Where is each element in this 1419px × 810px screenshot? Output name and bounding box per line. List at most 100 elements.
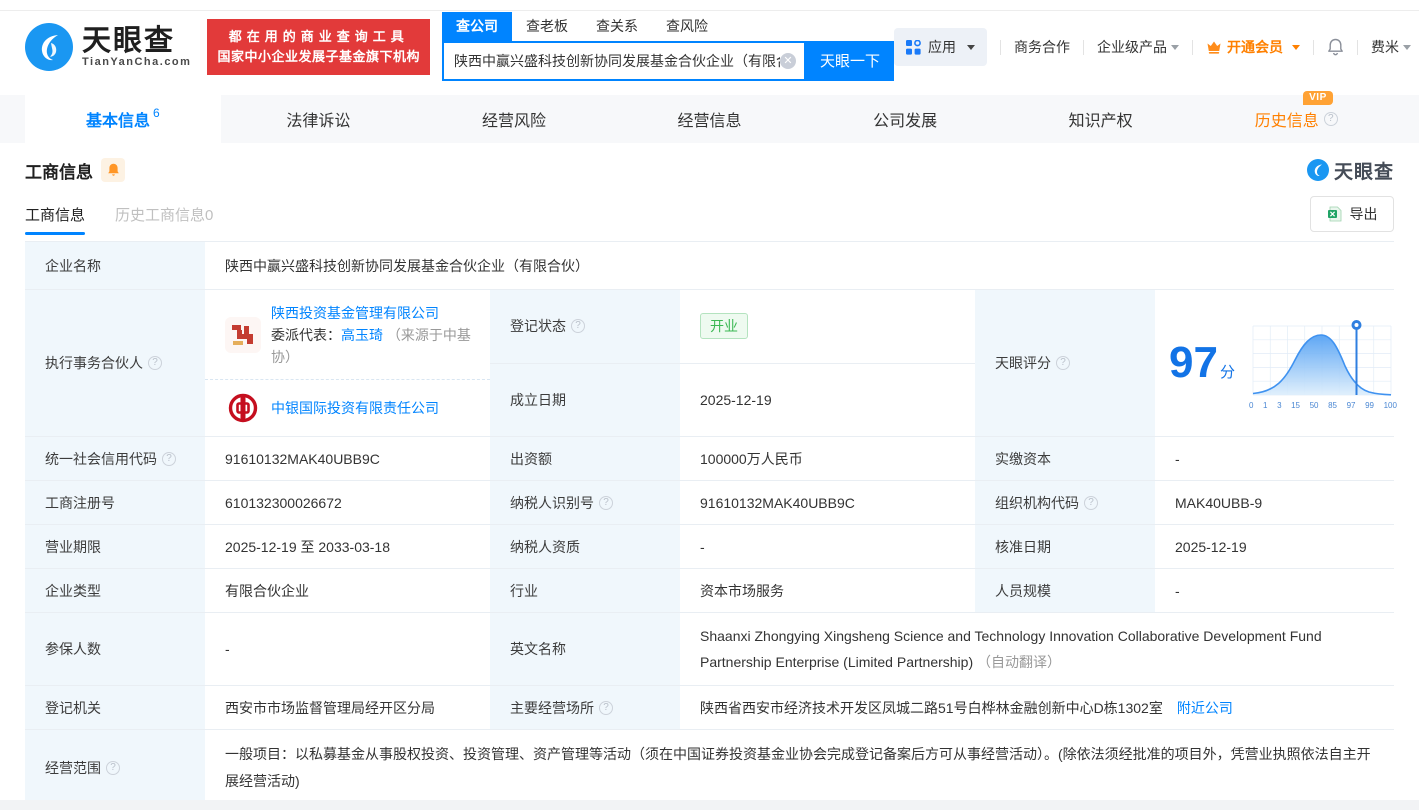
nav-enterprise-products[interactable]: 企业级产品 [1097,37,1179,57]
tab-basic-label: 基本信息 [85,113,150,130]
taxpayer-quality-value: - [680,525,975,568]
status-badge: 开业 [700,313,748,340]
reg-number-label: 工商注册号 [25,481,205,524]
apps-label: 应用 [927,39,956,55]
taxpayer-id-value: 91610132MAK40UBB9C [680,481,975,524]
tab-intellectual-property[interactable]: 知识产权 [1003,95,1199,143]
establish-date-row: 成立日期 2025-12-19 [490,362,975,436]
tab-legal[interactable]: 法律诉讼 [221,95,417,143]
bell-icon [107,163,119,176]
crown-icon [1207,41,1221,54]
tianyan-score-value[interactable]: 97 分 0 1 3 15 50 85 97 99 100 [1155,290,1397,436]
score-unit: 分 [1219,364,1235,381]
top-divider [0,10,1419,11]
help-icon[interactable]: ? [599,700,613,715]
table-row: 营业期限 2025-12-19 至 2033-03-18 纳税人资质 - 核准日… [25,525,1394,569]
chevron-down-icon [1291,44,1300,50]
tab-company-development[interactable]: 公司发展 [807,95,1003,143]
clear-search-icon[interactable]: ✕ [779,52,796,69]
industry-value: 资本市场服务 [680,569,975,612]
search-area: 查公司 查老板 查关系 查风险 陕西中赢兴盛科技创新协同发展基金合伙企业（有限合… [441,11,894,81]
subtab-business-info[interactable]: 工商信息 [25,192,86,237]
apps-menu-button[interactable]: 应用 [893,28,987,66]
search-tabs: 查公司 查老板 查关系 查风险 [441,11,894,41]
help-icon[interactable]: ? [106,761,120,775]
history-label-wrap: 历史信息 VIP [1254,91,1333,131]
user-menu[interactable]: 费米 [1371,37,1411,57]
business-scope-value: 一般项目：以私募基金从事股权投资、投资管理、资产管理等活动（须在中国证券投资基金… [205,730,1394,806]
tianyancha-company-page: 天眼查 TianYanCha.com 都在用的商业查询工具 国家中小企业发展子基… [0,0,1419,810]
partner1-logo-icon [225,316,261,353]
partner2-name-link[interactable]: 中银国际投资有限责任公司 [271,398,439,418]
help-icon[interactable]: ? [1084,495,1098,510]
establish-date-value: 2025-12-19 [680,363,975,436]
staff-size-label: 人员规模 [975,569,1155,612]
table-row: 企业类型 有限合伙企业 行业 资本市场服务 人员规模 - [25,569,1394,613]
nav-cooperation[interactable]: 商务合作 [1014,37,1070,57]
search-button[interactable]: 天眼一下 [805,40,894,81]
help-icon[interactable]: ? [1056,356,1070,370]
help-icon[interactable]: ? [571,319,585,334]
business-info-table: 企业名称 陕西中赢兴盛科技创新协同发展基金合伙企业（有限合伙） 执行事务合伙人? [25,241,1397,807]
top-nav: 应用 商务合作 企业级产品 开通会员 费米 [893,28,1411,66]
search-tab-company[interactable]: 查公司 [441,11,512,41]
promo-line-2: 国家中小企业发展子基金旗下机构 [217,49,420,64]
help-icon[interactable]: ? [599,495,613,510]
tianyancha-logo-icon [25,23,73,71]
taxpayer-id-label: 纳税人识别号? [490,481,680,524]
tab-business-risk[interactable]: 经营风险 [416,95,612,143]
vip-badge: VIP [1303,91,1333,105]
insured-count-label: 参保人数 [25,613,205,685]
tab-business-info[interactable]: 经营信息 [612,95,808,143]
capital-value: 100000万人民币 [680,437,975,480]
site-header: 天眼查 TianYanCha.com 都在用的商业查询工具 国家中小企业发展子基… [0,0,1419,81]
chevron-down-icon [1170,44,1179,50]
registration-authority-label: 登记机关 [25,686,205,729]
section-title: 工商信息 [25,162,93,182]
subtab-history-business-info[interactable]: 历史工商信息0 [115,192,213,237]
table-row: 经营范围? 一般项目：以私募基金从事股权投资、投资管理、资产管理等活动（须在中国… [25,730,1394,807]
export-button[interactable]: 导出 [1310,196,1394,232]
subscribe-bell-button[interactable] [101,158,125,182]
tianyancha-logo[interactable]: 天眼查 TianYanCha.com [25,23,191,71]
partner-list: 陕西投资基金管理有限公司 委派代表：高玉琦 （来源于中基协） 中银国际投资有限责… [205,290,490,436]
score-axis-ticks: 01 3 15 50 85 97 99 100 [1248,401,1397,410]
score-curve [1252,320,1392,396]
search-tab-boss[interactable]: 查老板 [512,12,582,41]
company-name-label: 企业名称 [25,242,205,289]
english-name-label: 英文名称 [490,613,680,685]
address-text: 陕西省西安市经济技术开发区凤城二路51号白桦林金融创新中心D栋1302室 [700,699,1163,716]
tab-history-label: 历史信息 [1254,113,1319,130]
notification-bell-icon[interactable] [1327,38,1344,56]
rep-name-link[interactable]: 高玉琦 [341,327,383,343]
nav-divider [1191,39,1193,55]
status-date-column: 登记状态? 开业 成立日期 2025-12-19 [490,290,975,436]
partner1-text: 陕西投资基金管理有限公司 委派代表：高玉琦 （来源于中基协） [271,302,476,368]
approve-date-value: 2025-12-19 [1155,525,1394,568]
excel-icon [1327,206,1341,222]
nav-divider [1356,39,1358,55]
help-icon[interactable]: ? [162,451,176,466]
page-bottom-strip [0,800,1419,810]
search-tab-relation[interactable]: 查关系 [582,12,652,41]
table-row: 登记机关 西安市市场监督管理局经开区分局 主要经营场所? 陕西省西安市经济技术开… [25,686,1394,730]
partner1-name-link[interactable]: 陕西投资基金管理有限公司 [271,305,439,321]
nearby-companies-link[interactable]: 附近公司 [1177,698,1233,718]
reg-status-row: 登记状态? 开业 [490,290,975,363]
credit-code-label: 统一社会信用代码? [25,437,205,480]
company-type-value: 有限合伙企业 [205,569,490,612]
brand-domain: TianYanCha.com [82,56,192,68]
section-header: 工商信息 天眼查 [25,149,1394,191]
help-icon[interactable]: ? [1323,112,1338,126]
promo-line-1: 都在用的商业查询工具 [228,29,409,44]
paid-capital-label: 实缴资本 [975,437,1155,480]
tab-basic-info[interactable]: 基本信息 6 [25,95,221,143]
tab-history-info[interactable]: 历史信息 VIP ? [1198,91,1394,143]
username-label: 费米 [1370,39,1399,55]
partner-item: 中银国际投资有限责任公司 [205,380,490,436]
search-input[interactable]: 陕西中赢兴盛科技创新协同发展基金合伙企业（有限合 ✕ [441,40,806,81]
help-icon[interactable]: ? [148,356,162,370]
search-tab-risk[interactable]: 查风险 [652,12,722,41]
registration-authority-value: 西安市市场监督管理局经开区分局 [205,686,490,729]
open-vip-button[interactable]: 开通会员 [1206,37,1300,57]
